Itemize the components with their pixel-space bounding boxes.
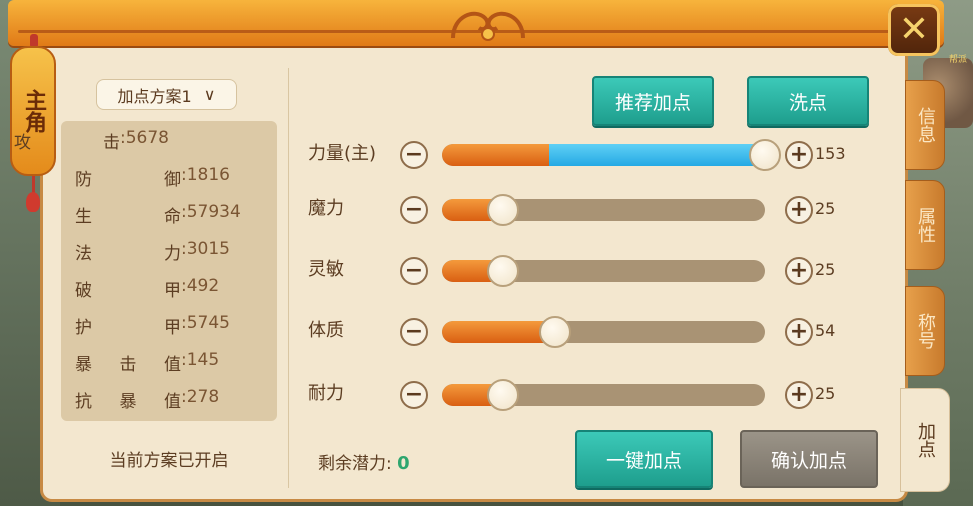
minus-icon: − — [404, 142, 424, 167]
tab-info[interactable]: 信息 — [905, 80, 945, 170]
attribute-value: 153 — [815, 144, 846, 163]
minus-button[interactable]: − — [400, 257, 428, 285]
tab-label: 加点 — [915, 422, 936, 458]
minus-button[interactable]: − — [400, 196, 428, 224]
stat-row: 法力:3015 — [75, 239, 230, 264]
attribute-value: 25 — [815, 384, 836, 403]
recommend-points-button[interactable]: 推荐加点 — [592, 76, 714, 126]
tab-attributes[interactable]: 属性 — [905, 180, 945, 270]
plus-button[interactable]: + — [785, 381, 813, 409]
stat-value: :5678 — [120, 128, 169, 148]
stat-value: :145 — [181, 350, 220, 370]
remaining-potential: 剩余潜力: 0 — [318, 449, 410, 474]
npc-label: 帮派 — [948, 55, 967, 65]
reset-points-button[interactable]: 洗点 — [747, 76, 869, 126]
minus-button[interactable]: − — [400, 381, 428, 409]
stat-label: 生命 — [75, 207, 181, 227]
attribute-value: 25 — [815, 199, 836, 218]
attribute-value: 54 — [815, 321, 836, 340]
plan-dropdown[interactable]: 加点方案1 ∨ — [96, 79, 237, 110]
stat-value: :1816 — [181, 165, 230, 185]
stat-label: 法力 — [75, 244, 181, 264]
stat-row: 破甲:492 — [75, 276, 220, 301]
attribute-slider-track[interactable] — [442, 321, 765, 343]
minus-icon: − — [404, 319, 424, 344]
attribute-label: 力量(主) — [308, 143, 377, 164]
slider-fill-added — [548, 144, 765, 166]
stat-value: :278 — [181, 387, 220, 407]
close-button[interactable]: ✕ — [888, 4, 940, 56]
plan-dropdown-label: 加点方案1 — [117, 86, 192, 106]
remaining-label: 剩余潜力: — [318, 454, 392, 474]
plus-icon: + — [789, 258, 809, 283]
close-icon: ✕ — [898, 9, 930, 50]
stat-label: 暴击值 — [75, 355, 181, 375]
tab-titles[interactable]: 称号 — [905, 286, 945, 376]
attribute-value: 25 — [815, 260, 836, 279]
plus-icon: + — [789, 319, 809, 344]
tab-label: 称号 — [915, 313, 936, 349]
chevron-down-icon: ∨ — [203, 85, 216, 104]
tab-add-points[interactable]: 加点 — [900, 388, 950, 492]
attribute-label: 魔力 — [308, 198, 344, 219]
stat-label: 抗暴值 — [75, 392, 181, 412]
one-click-add-button[interactable]: 一键加点 — [575, 430, 713, 488]
stat-row: 生命:57934 — [75, 202, 241, 227]
stat-row: 抗暴值:278 — [75, 387, 220, 412]
slider-knob[interactable] — [749, 139, 781, 171]
tab-label: 信息 — [915, 107, 936, 143]
slider-fill-base — [442, 144, 549, 166]
column-divider — [288, 68, 289, 488]
tassel-icon — [26, 192, 40, 212]
stat-label: 护甲 — [75, 318, 181, 338]
stat-label: 破甲 — [75, 281, 181, 301]
stat-value: :57934 — [181, 202, 241, 222]
plan-status-text: 当前方案已开启 — [109, 451, 229, 471]
plus-icon: + — [789, 197, 809, 222]
stat-value: :492 — [181, 276, 220, 296]
attribute-label: 体质 — [308, 320, 344, 341]
plus-button[interactable]: + — [785, 141, 813, 169]
tab-label: 属性 — [915, 207, 936, 243]
minus-button[interactable]: − — [400, 318, 428, 346]
attribute-label: 耐力 — [308, 383, 344, 404]
stat-row: 护甲:5745 — [75, 313, 230, 338]
stat-value: :3015 — [181, 239, 230, 259]
plus-icon: + — [789, 382, 809, 407]
plus-button[interactable]: + — [785, 196, 813, 224]
attribute-slider-track[interactable] — [442, 144, 765, 166]
attribute-label: 灵敏 — [308, 259, 344, 280]
plus-button[interactable]: + — [785, 318, 813, 346]
stat-row: 防御:1816 — [75, 165, 230, 190]
minus-button[interactable]: − — [400, 141, 428, 169]
slider-knob[interactable] — [539, 316, 572, 348]
stat-label: 攻击 — [14, 133, 120, 153]
stat-label: 防御 — [75, 170, 181, 190]
stat-row: 攻击:5678 — [14, 128, 169, 153]
character-tag: 主角 — [10, 46, 56, 176]
plus-icon: + — [789, 142, 809, 167]
minus-icon: − — [404, 382, 424, 407]
stat-value: :5745 — [181, 313, 230, 333]
plus-button[interactable]: + — [785, 257, 813, 285]
stat-row: 暴击值:145 — [75, 350, 220, 375]
character-tag-label: 主角 — [21, 89, 46, 133]
remaining-value: 0 — [397, 453, 410, 474]
ornament-crest-icon — [451, 11, 525, 41]
minus-icon: − — [404, 258, 424, 283]
minus-icon: − — [404, 197, 424, 222]
confirm-points-button[interactable]: 确认加点 — [740, 430, 878, 488]
